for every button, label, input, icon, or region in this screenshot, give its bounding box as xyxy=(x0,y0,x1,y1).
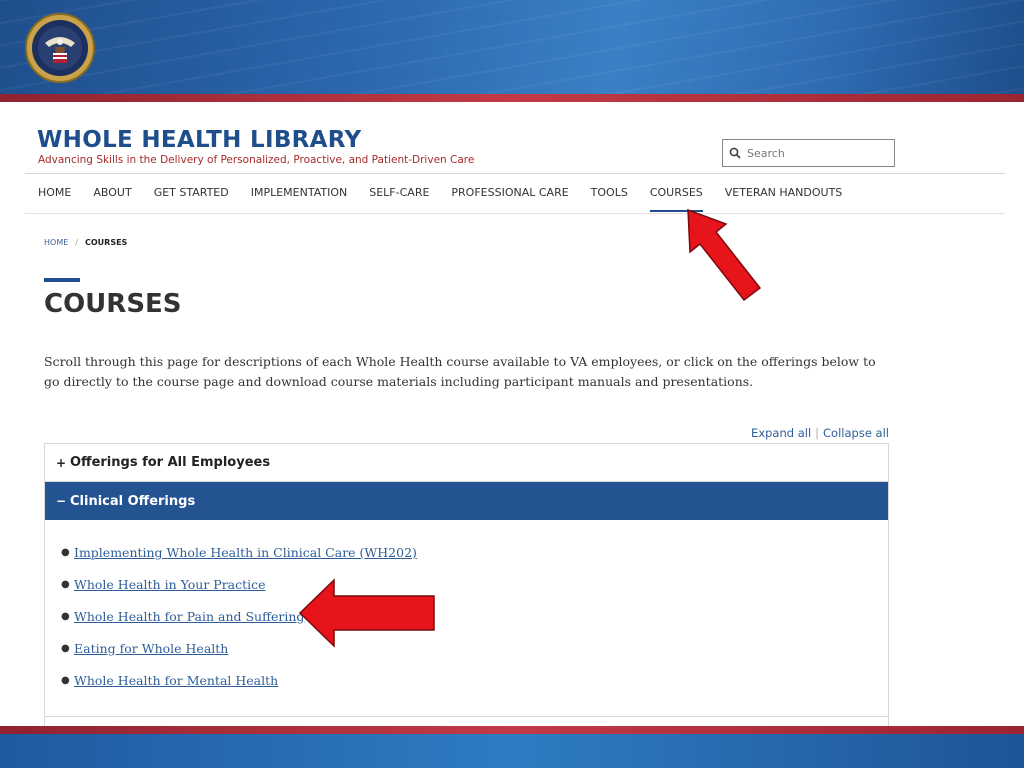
expand-all-link[interactable]: Expand all xyxy=(751,426,811,440)
va-seal-icon[interactable] xyxy=(25,13,95,83)
red-arrow-up-icon xyxy=(687,208,762,302)
course-link-wh202[interactable]: Implementing Whole Health in Clinical Ca… xyxy=(74,545,417,560)
nav-item-courses[interactable]: COURSES xyxy=(649,186,703,212)
nav-divider-top xyxy=(25,173,1005,174)
nav-item-about[interactable]: ABOUT xyxy=(93,186,131,206)
search-icon[interactable] xyxy=(729,147,741,159)
nav-item-implementation[interactable]: IMPLEMENTATION xyxy=(251,186,348,206)
clinical-offerings-list: ● Implementing Whole Health in Clinical C… xyxy=(45,520,888,696)
breadcrumb-home[interactable]: HOME xyxy=(44,238,68,247)
nav-item-home[interactable]: HOME xyxy=(38,186,71,206)
bullet-icon: ● xyxy=(61,578,70,590)
accordion-title: Clinical Offerings xyxy=(70,493,196,509)
list-item: ● Implementing Whole Health in Clinical C… xyxy=(61,536,888,568)
search-input[interactable] xyxy=(747,146,887,160)
course-link-pain-suffering[interactable]: Whole Health for Pain and Suffering xyxy=(74,609,304,624)
bullet-icon: ● xyxy=(61,546,70,558)
accordion-header-all-employees[interactable]: + Offerings for All Employees xyxy=(45,444,888,482)
search-box[interactable] xyxy=(722,139,895,167)
accordion-header-clinical[interactable]: − Clinical Offerings xyxy=(45,482,888,520)
nav-item-tools[interactable]: TOOLS xyxy=(591,186,628,206)
bottom-banner xyxy=(0,734,1024,768)
collapse-all-link[interactable]: Collapse all xyxy=(823,426,889,440)
accordion-controls: Expand all | Collapse all xyxy=(700,426,889,440)
list-item: ● Whole Health for Pain and Suffering xyxy=(61,600,888,632)
page-title: COURSES xyxy=(44,289,182,319)
bullet-icon: ● xyxy=(61,610,70,622)
red-arrow-left-icon xyxy=(298,578,435,648)
collapse-minus-icon: − xyxy=(56,494,67,508)
bullet-icon: ● xyxy=(61,674,70,686)
expand-plus-icon: + xyxy=(56,455,67,470)
accordion-title: Offerings for All Employees xyxy=(70,455,271,470)
nav-divider-bottom xyxy=(25,213,1005,214)
nav-item-get-started[interactable]: GET STARTED xyxy=(154,186,229,206)
course-link-your-practice[interactable]: Whole Health in Your Practice xyxy=(74,577,266,592)
title-accent-bar xyxy=(44,278,80,282)
site-title[interactable]: WHOLE HEALTH LIBRARY xyxy=(37,127,361,153)
intro-text: Scroll through this page for description… xyxy=(44,354,876,389)
accordion-bottom-divider xyxy=(45,716,888,717)
list-item: ● Eating for Whole Health xyxy=(61,632,888,664)
breadcrumb-separator: / xyxy=(75,238,78,247)
course-link-eating[interactable]: Eating for Whole Health xyxy=(74,641,228,656)
breadcrumb-current: COURSES xyxy=(84,238,128,247)
top-banner xyxy=(0,0,1024,102)
nav-item-self-care[interactable]: SELF-CARE xyxy=(369,186,429,206)
course-link-mental-health[interactable]: Whole Health for Mental Health xyxy=(74,673,278,688)
list-item: ● Whole Health in Your Practice xyxy=(61,568,888,600)
site-tagline: Advancing Skills in the Delivery of Pers… xyxy=(38,154,475,166)
list-item: ● Whole Health for Mental Health xyxy=(61,664,888,696)
nav-item-veteran-handouts[interactable]: VETERAN HANDOUTS xyxy=(725,186,843,206)
main-nav: HOME ABOUT GET STARTED IMPLEMENTATION SE… xyxy=(38,186,864,212)
breadcrumb: HOME / COURSES xyxy=(44,238,127,247)
bullet-icon: ● xyxy=(61,642,70,654)
nav-item-professional-care[interactable]: PROFESSIONAL CARE xyxy=(451,186,568,206)
controls-separator: | xyxy=(815,426,820,440)
courses-accordion: + Offerings for All Employees − Clinical… xyxy=(44,443,889,726)
banner-red-stripe xyxy=(0,94,1024,102)
bottom-red-stripe xyxy=(0,726,1024,734)
